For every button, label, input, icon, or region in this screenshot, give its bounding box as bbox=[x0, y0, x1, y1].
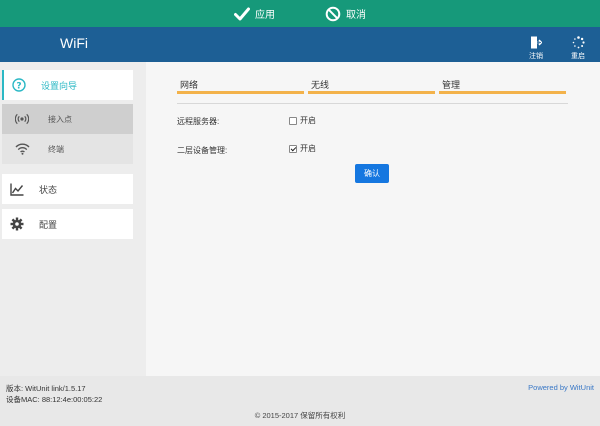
confirm-button[interactable]: 确认 bbox=[355, 164, 389, 183]
spinner-icon bbox=[572, 36, 585, 49]
sidebar-item-label: 接入点 bbox=[48, 114, 72, 124]
logout-button[interactable]: 注销 bbox=[523, 36, 549, 61]
main-panel: 网络 无线 管理 远程服务器: 开启 二层设备管理: 开启 确认 bbox=[146, 62, 600, 376]
tab-network[interactable]: 网络 bbox=[177, 74, 304, 94]
version-text: 版本: WitUnit link/1.5.17 bbox=[6, 384, 86, 393]
sidebar-item-label: 设置向导 bbox=[41, 80, 78, 91]
brand-title: WiFi bbox=[60, 35, 88, 51]
sidebar: ? 设置向导 接入点 终端 状态 配置 bbox=[0, 62, 146, 376]
svg-text:?: ? bbox=[16, 81, 21, 91]
tab-management[interactable]: 管理 bbox=[439, 74, 566, 94]
sidebar-item-access-point[interactable]: 接入点 bbox=[2, 104, 133, 134]
remote-server-checkbox[interactable]: 开启 bbox=[289, 115, 316, 126]
mac-text: 设备MAC: 88:12:4e:00:05:22 bbox=[6, 395, 103, 404]
ban-icon bbox=[325, 6, 341, 21]
sidebar-item-label: 状态 bbox=[39, 184, 58, 195]
gear-icon bbox=[2, 217, 32, 231]
cancel-button[interactable]: 取消 bbox=[325, 6, 366, 22]
sidebar-item-label: 配置 bbox=[39, 219, 58, 230]
cancel-label: 取消 bbox=[346, 10, 366, 21]
l2-management-label: 二层设备管理: bbox=[177, 146, 228, 155]
wifi-icon bbox=[2, 143, 42, 155]
checkbox-box[interactable] bbox=[289, 116, 297, 125]
app-header: WiFi 注销 重启 bbox=[0, 27, 600, 62]
question-circle-icon: ? bbox=[4, 78, 34, 92]
powered-by-link[interactable]: Powered by WitUnit bbox=[528, 383, 594, 392]
apply-label: 应用 bbox=[255, 10, 275, 21]
chart-icon bbox=[2, 183, 32, 196]
checkbox-box[interactable] bbox=[289, 144, 297, 153]
l2-management-checkbox[interactable]: 开启 bbox=[289, 143, 316, 154]
remote-server-label: 远程服务器: bbox=[177, 117, 220, 126]
sidebar-item-setup-wizard[interactable]: ? 设置向导 bbox=[2, 70, 133, 100]
sidebar-item-status[interactable]: 状态 bbox=[2, 174, 133, 204]
sidebar-item-terminal[interactable]: 终端 bbox=[2, 134, 133, 164]
apply-button[interactable]: 应用 bbox=[234, 6, 275, 21]
divider bbox=[177, 103, 568, 104]
reboot-button[interactable]: 重启 bbox=[565, 36, 591, 61]
copyright-text: © 2015-2017 保留所有权利 bbox=[254, 411, 346, 420]
tab-wireless[interactable]: 无线 bbox=[308, 74, 435, 94]
checkbox-label: 开启 bbox=[300, 116, 316, 125]
reboot-label: 重启 bbox=[571, 53, 585, 60]
broadcast-icon bbox=[2, 112, 42, 126]
checkmark-icon bbox=[234, 7, 250, 20]
logout-icon bbox=[531, 36, 542, 49]
checkbox-label: 开启 bbox=[300, 144, 316, 153]
device-info: 版本: WitUnit link/1.5.17 设备MAC: 88:12:4e:… bbox=[6, 383, 102, 405]
action-bar: 应用 取消 bbox=[0, 0, 600, 27]
sidebar-item-label: 终端 bbox=[48, 144, 64, 154]
logout-label: 注销 bbox=[529, 53, 543, 60]
footer: 版本: WitUnit link/1.5.17 设备MAC: 88:12:4e:… bbox=[0, 376, 600, 426]
sidebar-item-config[interactable]: 配置 bbox=[2, 209, 133, 239]
